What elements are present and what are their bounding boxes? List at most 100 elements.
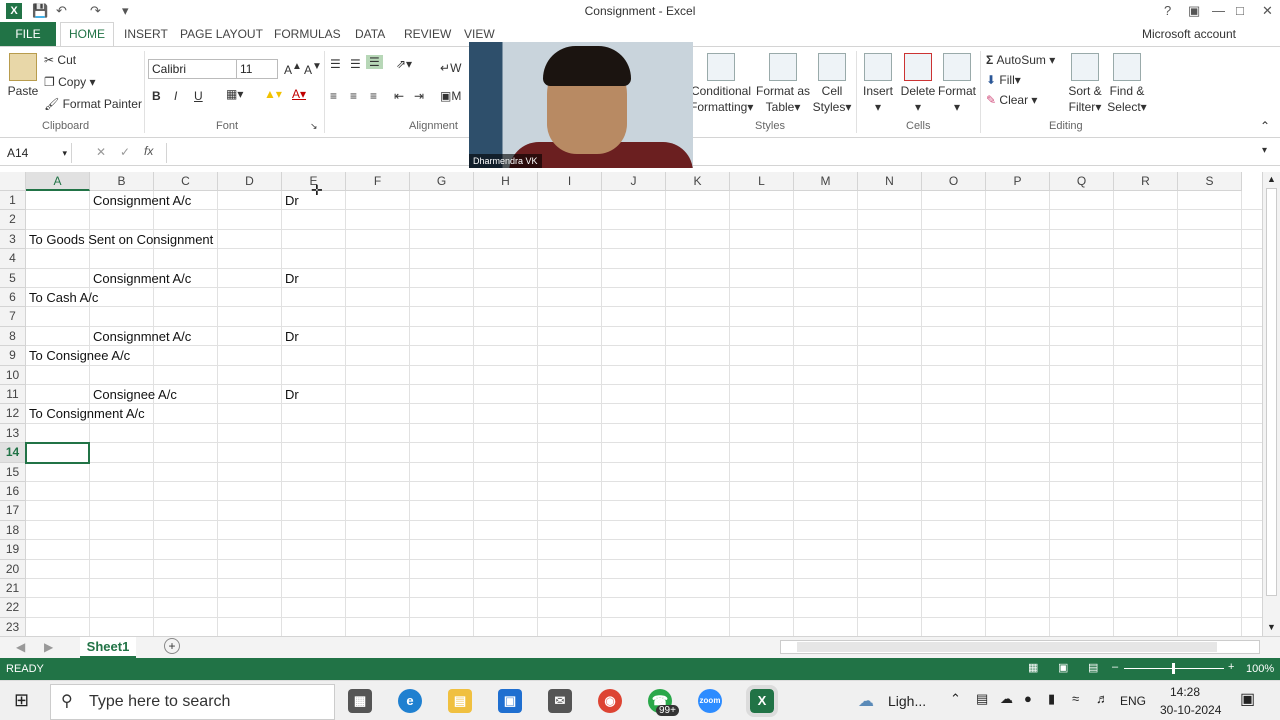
- font-dialog-launcher-icon[interactable]: ↘: [310, 121, 318, 132]
- increase-indent-icon[interactable]: ⇥: [414, 89, 424, 103]
- bold-button[interactable]: B: [152, 89, 161, 103]
- zoom-slider-handle[interactable]: [1172, 663, 1175, 674]
- column-header[interactable]: J: [602, 172, 666, 191]
- excel-taskbar-icon[interactable]: X: [746, 685, 778, 717]
- row-header[interactable]: 5: [0, 268, 26, 288]
- cancel-entry-icon[interactable]: ✕: [96, 145, 106, 159]
- row-header[interactable]: 17: [0, 501, 26, 521]
- cell[interactable]: Consignment A/c: [90, 269, 191, 288]
- scrollbar-thumb[interactable]: [1266, 188, 1277, 596]
- font-size-select[interactable]: 11: [236, 59, 278, 79]
- tray-overflow-icon[interactable]: ⌃: [950, 691, 961, 707]
- format-cells-button[interactable]: Format ▾: [936, 53, 978, 115]
- tab-review[interactable]: REVIEW: [404, 27, 451, 41]
- row-header[interactable]: 7: [0, 307, 26, 327]
- name-box[interactable]: A14 ▾: [2, 143, 72, 163]
- column-header[interactable]: A: [26, 172, 90, 191]
- prev-sheet-icon[interactable]: ◀: [16, 640, 25, 654]
- cell[interactable]: Dr: [282, 327, 299, 346]
- column-header[interactable]: N: [858, 172, 922, 191]
- row-header[interactable]: 14: [0, 443, 26, 463]
- microphone-icon[interactable]: ●: [1024, 691, 1032, 706]
- minimize-icon[interactable]: —: [1212, 3, 1225, 18]
- row-header[interactable]: 22: [0, 598, 26, 618]
- column-header[interactable]: H: [474, 172, 538, 191]
- row-header[interactable]: 2: [0, 210, 26, 230]
- conditional-formatting-button[interactable]: Conditional Formatting▾: [690, 53, 753, 115]
- zoom-in-icon[interactable]: +: [1228, 661, 1234, 673]
- column-header[interactable]: P: [986, 172, 1050, 191]
- italic-button[interactable]: I: [174, 89, 177, 103]
- page-break-view-icon[interactable]: ▤: [1088, 661, 1098, 674]
- row-header[interactable]: 11: [0, 385, 26, 405]
- zoom-level[interactable]: 100%: [1246, 663, 1274, 675]
- help-button[interactable]: ?: [1164, 3, 1171, 18]
- language-indicator[interactable]: ENG: [1120, 694, 1146, 708]
- tray-app-icon[interactable]: ▤: [976, 691, 988, 707]
- decrease-indent-icon[interactable]: ⇤: [394, 89, 404, 103]
- row-header[interactable]: 13: [0, 423, 26, 444]
- spreadsheet-grid[interactable]: A B C D E F G H I J K L M N O P Q R S 1 2 3 4 5 6 7 8 9 10 11 12 13 14 15…: [0, 172, 1262, 636]
- delete-cells-button[interactable]: Delete ▾: [898, 53, 938, 115]
- underline-button[interactable]: U: [194, 89, 203, 103]
- bottom-align-icon[interactable]: ☰: [366, 55, 383, 69]
- column-header[interactable]: Q: [1050, 172, 1114, 191]
- row-header[interactable]: 12: [0, 404, 26, 424]
- copy-button[interactable]: ❐ Copy ▾: [44, 75, 95, 89]
- shrink-font-button[interactable]: A▼: [304, 61, 322, 77]
- zoom-app-icon[interactable]: zoom: [698, 689, 722, 713]
- row-header[interactable]: 16: [0, 482, 26, 502]
- column-header[interactable]: F: [346, 172, 410, 191]
- cut-button[interactable]: ✂ Cut: [44, 53, 76, 67]
- weather-icon[interactable]: ☁: [858, 691, 874, 711]
- chrome-icon[interactable]: ◉: [598, 689, 622, 713]
- collapse-ribbon-icon[interactable]: ⌃: [1260, 119, 1270, 133]
- store-icon[interactable]: ▣: [498, 689, 522, 713]
- expand-formula-bar-icon[interactable]: ▾: [1262, 145, 1267, 156]
- insert-cells-button[interactable]: Insert ▾: [860, 53, 896, 115]
- format-as-table-button[interactable]: Format as Table▾: [754, 53, 812, 115]
- active-cell-selection[interactable]: [25, 442, 90, 464]
- tab-file[interactable]: FILE: [0, 22, 56, 46]
- cell[interactable]: Consignmnet A/c: [90, 327, 191, 346]
- mail-icon[interactable]: ✉: [548, 689, 572, 713]
- align-center-icon[interactable]: ≡: [350, 89, 357, 103]
- clock-date[interactable]: 30-10-2024: [1160, 703, 1221, 717]
- battery-icon[interactable]: ▮: [1048, 691, 1055, 707]
- column-header[interactable]: K: [666, 172, 730, 191]
- column-header[interactable]: B: [90, 172, 154, 191]
- tab-insert[interactable]: INSERT: [124, 27, 168, 41]
- grow-font-button[interactable]: A▲: [284, 61, 302, 77]
- top-align-icon[interactable]: ☰: [330, 57, 341, 71]
- normal-view-icon[interactable]: ▦: [1028, 661, 1038, 674]
- windows-start-icon[interactable]: ⊞: [14, 690, 29, 711]
- middle-align-icon[interactable]: ☰: [350, 57, 361, 71]
- notifications-icon[interactable]: ▣: [1240, 689, 1255, 709]
- cell-styles-button[interactable]: Cell Styles▾: [812, 53, 852, 115]
- taskbar-search-input[interactable]: ⚲ Type here to search: [50, 684, 335, 720]
- page-layout-view-icon[interactable]: ▣: [1058, 661, 1068, 674]
- column-header[interactable]: L: [730, 172, 794, 191]
- cell[interactable]: To Consignment A/c: [26, 404, 145, 423]
- select-all-corner[interactable]: [0, 172, 26, 191]
- weather-text[interactable]: Ligh...: [888, 693, 926, 709]
- insert-function-button[interactable]: fx: [144, 144, 153, 158]
- tab-data[interactable]: DATA: [355, 27, 385, 41]
- next-sheet-icon[interactable]: ▶: [44, 640, 53, 654]
- row-header[interactable]: 3: [0, 229, 26, 250]
- cell[interactable]: Dr: [282, 385, 299, 404]
- merge-center-button[interactable]: ▣M: [440, 89, 461, 103]
- clear-button[interactable]: ✎ Clear ▾: [986, 93, 1037, 107]
- column-header[interactable]: O: [922, 172, 986, 191]
- cell[interactable]: Consignment A/c: [90, 191, 191, 210]
- row-header[interactable]: 18: [0, 520, 26, 541]
- ribbon-display-icon[interactable]: ▣: [1188, 3, 1200, 19]
- sort-filter-button[interactable]: Sort & Filter▾: [1064, 53, 1106, 115]
- borders-icon[interactable]: ▦▾: [226, 87, 243, 101]
- row-header[interactable]: 9: [0, 346, 26, 366]
- font-color-icon[interactable]: A▾: [292, 87, 306, 101]
- fill-color-icon[interactable]: ▲▾: [264, 87, 282, 101]
- clock-time[interactable]: 14:28: [1170, 685, 1200, 699]
- edge-icon[interactable]: e: [398, 689, 422, 713]
- find-select-button[interactable]: Find & Select▾: [1106, 53, 1148, 115]
